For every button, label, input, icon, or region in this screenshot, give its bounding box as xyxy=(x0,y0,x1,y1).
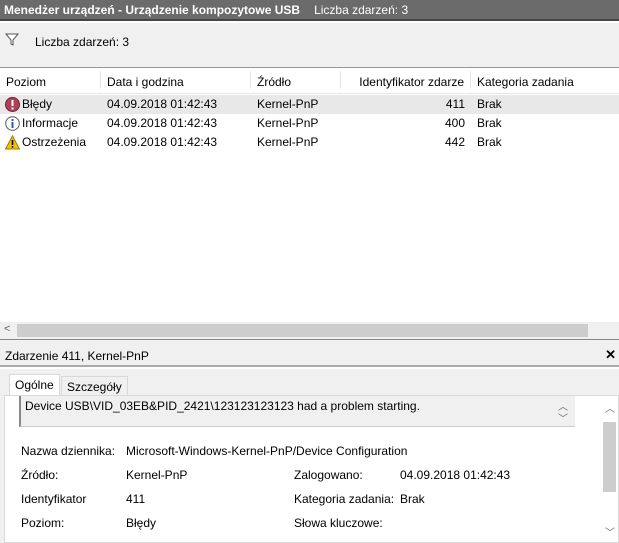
scrollbar-thumb[interactable] xyxy=(17,324,588,337)
event-count-label: Liczba zdarzeń: 3 xyxy=(35,35,130,49)
level-label: Poziom: xyxy=(21,516,65,530)
source-value: Kernel-PnP xyxy=(126,468,188,482)
event-message[interactable]: Device USB\VID_03EB&PID_2421\12312312312… xyxy=(19,396,575,427)
cell-date: 04.09.2018 01:42:43 xyxy=(107,116,218,130)
cell-id: 411 xyxy=(445,97,465,111)
scroll-up-icon[interactable]: ︿ xyxy=(605,400,615,415)
scroll-down-icon[interactable]: ﹀ xyxy=(605,524,615,539)
table-header: Poziom Data i godzina Źródło Identyfikat… xyxy=(0,71,619,94)
cell-level: Informacje xyxy=(22,116,79,130)
tab-details[interactable]: Szczegóły xyxy=(61,376,128,397)
level-value: Błędy xyxy=(126,516,157,530)
table-row[interactable]: Błędy 04.09.2018 01:42:43 Kernel-PnP 411… xyxy=(0,95,619,114)
log-name-value: Microsoft-Windows-Kernel-PnP/Device Conf… xyxy=(126,444,408,458)
cell-category: Brak xyxy=(477,116,502,130)
window-title: Menedżer urządzeń - Urządzenie kompozyto… xyxy=(4,3,301,17)
cell-source: Kernel-PnP xyxy=(257,116,319,130)
event-message-text: Device USB\VID_03EB&PID_2421\12312312312… xyxy=(25,399,420,413)
cell-level: Błędy xyxy=(22,97,53,111)
logged-label: Zalogowano: xyxy=(294,468,363,482)
column-header-id[interactable]: Identyfikator zdarze xyxy=(341,71,471,89)
id-label: Identyfikator xyxy=(21,492,87,506)
cell-category: Brak xyxy=(477,97,502,111)
cell-id: 442 xyxy=(444,135,465,149)
cell-date: 04.09.2018 01:42:43 xyxy=(107,97,218,111)
category-value: Brak xyxy=(400,492,425,506)
scroll-left-icon[interactable]: < xyxy=(4,323,10,335)
category-label: Kategoria zadania: xyxy=(294,492,395,506)
source-label: Źródło: xyxy=(21,468,59,482)
log-name-label: Nazwa dziennika: xyxy=(21,444,116,458)
column-header-source[interactable]: Źródło xyxy=(251,71,341,89)
cell-date: 04.09.2018 01:42:43 xyxy=(107,135,218,149)
logged-value: 04.09.2018 01:42:43 xyxy=(400,468,511,482)
window-title-bar: Menedżer urządzeń - Urządzenie kompozyto… xyxy=(0,0,619,21)
message-scroll-down-icon[interactable]: ﹀ xyxy=(558,410,568,425)
events-table: Poziom Data i godzina Źródło Identyfikat… xyxy=(0,71,619,321)
tab-general[interactable]: Ogólne xyxy=(9,374,60,397)
details-title: Zdarzenie 411, Kernel-PnP xyxy=(5,349,149,363)
table-row[interactable]: Informacje 04.09.2018 01:42:43 Kernel-Pn… xyxy=(0,114,619,133)
details-vertical-scrollbar[interactable]: ︿ ﹀ xyxy=(601,398,618,540)
filter-icon[interactable] xyxy=(5,33,19,46)
column-header-level[interactable]: Poziom xyxy=(0,71,101,89)
cell-level: Ostrzeżenia xyxy=(22,135,87,149)
scrollbar-thumb[interactable] xyxy=(603,422,616,492)
event-count-title: Liczba zdarzeń: 3 xyxy=(314,3,409,17)
close-icon[interactable]: ✕ xyxy=(605,347,616,363)
horizontal-scrollbar[interactable]: < xyxy=(0,322,619,339)
keywords-label: Słowa kluczowe: xyxy=(294,516,383,530)
cell-id: 400 xyxy=(444,116,465,130)
id-value: 411 xyxy=(126,492,146,506)
cell-category: Brak xyxy=(477,135,502,149)
filter-bar: Liczba zdarzeń: 3 xyxy=(0,23,619,68)
cell-source: Kernel-PnP xyxy=(257,135,319,149)
details-header: Zdarzenie 411, Kernel-PnP xyxy=(0,343,619,367)
column-header-category[interactable]: Kategoria zadania xyxy=(471,71,619,89)
cell-source: Kernel-PnP xyxy=(257,97,319,111)
column-header-date[interactable]: Data i godzina xyxy=(101,71,251,89)
table-row[interactable]: Ostrzeżenia 04.09.2018 01:42:43 Kernel-P… xyxy=(0,133,619,152)
